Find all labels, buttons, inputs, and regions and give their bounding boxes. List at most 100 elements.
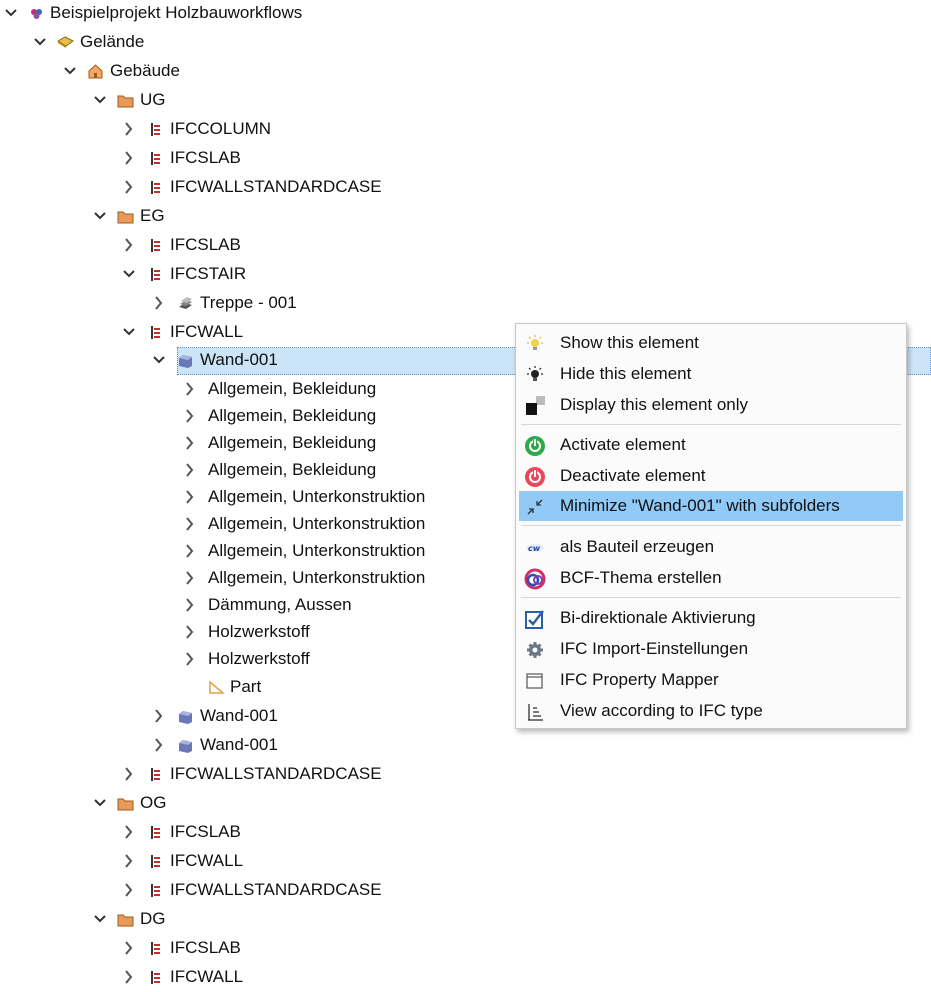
chevron-right-icon[interactable] xyxy=(122,822,136,842)
chevron-down-icon[interactable] xyxy=(93,206,107,226)
tree-row-type[interactable]: IFCWALLSTANDARDCASE xyxy=(0,761,931,789)
menu-item-hide-element[interactable]: Hide this element xyxy=(519,359,903,389)
chevron-right-icon[interactable] xyxy=(122,938,136,958)
tree-label: IFCSLAB xyxy=(170,938,241,957)
ifc-type-icon xyxy=(147,266,164,283)
tree-row-type[interactable]: IFCSLAB xyxy=(0,232,931,260)
tree-row-type[interactable]: IFCSLAB xyxy=(0,145,931,173)
chevron-down-icon[interactable] xyxy=(122,264,136,284)
tree-label: IFCWALL xyxy=(170,967,244,986)
tree-label: Holzwerkstoff xyxy=(208,649,310,668)
menu-item-property-mapper[interactable]: IFC Property Mapper xyxy=(519,665,903,695)
tree-row-storey-dg[interactable]: DG xyxy=(0,906,931,934)
tree-row-site[interactable]: Gelände xyxy=(0,29,931,57)
tree-label: Allgemein, Unterkonstruktion xyxy=(208,568,426,587)
tree-row-storey-ug[interactable]: UG xyxy=(0,87,931,115)
power-red-icon xyxy=(524,466,546,488)
tree-row-building[interactable]: Gebäude xyxy=(0,58,931,86)
collapse-arrows-icon xyxy=(524,496,546,518)
chevron-right-icon[interactable] xyxy=(122,851,136,871)
tree-row-type[interactable]: IFCSLAB xyxy=(0,819,931,847)
tree-label: IFCSLAB xyxy=(170,822,241,841)
window-icon xyxy=(524,670,546,692)
tree-row-type[interactable]: IFCSLAB xyxy=(0,935,931,963)
tree-label: Dämmung, Aussen xyxy=(208,595,352,614)
wall-element-icon xyxy=(177,737,194,754)
tree-row-type[interactable]: IFCWALL xyxy=(0,848,931,876)
chevron-right-icon[interactable] xyxy=(183,379,197,399)
tree-label: Gebäude xyxy=(110,61,180,80)
tree-label: Allgemein, Unterkonstruktion xyxy=(208,487,426,506)
chevron-down-icon[interactable] xyxy=(152,350,166,370)
ifc-type-icon xyxy=(147,324,164,341)
chevron-right-icon[interactable] xyxy=(122,764,136,784)
menu-item-label: Minimize "Wand-001" with subfolders xyxy=(560,496,840,515)
tree-row-type[interactable]: IFCWALL xyxy=(0,964,931,992)
menu-item-minimize[interactable]: Minimize "Wand-001" with subfolders xyxy=(519,491,903,521)
folder-icon xyxy=(117,92,134,109)
menu-item-import-settings[interactable]: IFC Import-Einstellungen xyxy=(519,634,903,664)
menu-item-bidirectional[interactable]: Bi-direktionale Aktivierung xyxy=(519,603,903,633)
chevron-down-icon[interactable] xyxy=(63,61,77,81)
chevron-right-icon[interactable] xyxy=(122,967,136,987)
checkbox-checked-icon xyxy=(524,608,546,630)
ifc-type-icon xyxy=(147,882,164,899)
chevron-right-icon[interactable] xyxy=(183,514,197,534)
chevron-right-icon[interactable] xyxy=(183,568,197,588)
chevron-right-icon[interactable] xyxy=(183,460,197,480)
folder-icon xyxy=(117,208,134,225)
chevron-down-icon[interactable] xyxy=(93,793,107,813)
tree-row-type[interactable]: IFCWALLSTANDARDCASE xyxy=(0,877,931,905)
chevron-right-icon[interactable] xyxy=(152,293,166,313)
tree-row-element[interactable]: Wand-001 xyxy=(0,732,931,760)
chevron-right-icon[interactable] xyxy=(122,148,136,168)
menu-item-label: View according to IFC type xyxy=(560,701,763,720)
chevron-right-icon[interactable] xyxy=(183,649,197,669)
chevron-right-icon[interactable] xyxy=(183,487,197,507)
tree-row-type[interactable]: IFCSTAIR xyxy=(0,261,931,289)
chevron-right-icon[interactable] xyxy=(122,177,136,197)
tree-row-type[interactable]: IFCCOLUMN xyxy=(0,116,931,144)
cw-icon: cw xyxy=(524,537,546,559)
tree-label: IFCWALLSTANDARDCASE xyxy=(170,177,382,196)
menu-item-display-only[interactable]: Display this element only xyxy=(519,390,903,420)
project-icon xyxy=(28,5,45,22)
chevron-right-icon[interactable] xyxy=(183,541,197,561)
tree-row-root[interactable]: Beispielprojekt Holzbauworkflows xyxy=(0,0,931,28)
chevron-right-icon[interactable] xyxy=(152,735,166,755)
tree-label: EG xyxy=(140,206,165,225)
building-icon xyxy=(87,63,104,80)
tree-label: Holzwerkstoff xyxy=(208,622,310,641)
chevron-right-icon[interactable] xyxy=(122,880,136,900)
chevron-down-icon[interactable] xyxy=(122,322,136,342)
menu-separator xyxy=(521,424,901,425)
ifc-type-icon xyxy=(147,824,164,841)
tree-row-type[interactable]: IFCWALLSTANDARDCASE xyxy=(0,174,931,202)
chevron-right-icon[interactable] xyxy=(183,433,197,453)
folder-icon xyxy=(117,911,134,928)
menu-item-label: Display this element only xyxy=(560,395,749,414)
chevron-right-icon[interactable] xyxy=(183,622,197,642)
tree-label: Treppe - 001 xyxy=(200,293,297,312)
menu-item-deactivate[interactable]: Deactivate element xyxy=(519,461,903,491)
tree-row-storey-eg[interactable]: EG xyxy=(0,203,931,231)
menu-item-create-component[interactable]: cw als Bauteil erzeugen xyxy=(519,532,903,562)
chevron-down-icon[interactable] xyxy=(4,3,18,23)
tree-row-storey-og[interactable]: OG xyxy=(0,790,931,818)
tree-row-element[interactable]: Treppe - 001 xyxy=(0,290,931,318)
site-icon xyxy=(57,34,74,51)
chevron-right-icon[interactable] xyxy=(183,406,197,426)
chevron-right-icon[interactable] xyxy=(122,119,136,139)
menu-item-label: Activate element xyxy=(560,435,686,454)
chevron-down-icon[interactable] xyxy=(93,90,107,110)
chevron-right-icon[interactable] xyxy=(183,595,197,615)
menu-item-view-ifc-type[interactable]: View according to IFC type xyxy=(519,696,903,726)
menu-item-show-element[interactable]: Show this element xyxy=(519,328,903,358)
chevron-down-icon[interactable] xyxy=(33,32,47,52)
menu-item-label: IFC Import-Einstellungen xyxy=(560,639,749,658)
menu-item-activate[interactable]: Activate element xyxy=(519,430,903,460)
chevron-down-icon[interactable] xyxy=(93,909,107,929)
chevron-right-icon[interactable] xyxy=(122,235,136,255)
menu-item-bcf[interactable]: BCF-Thema erstellen xyxy=(519,563,903,593)
chevron-right-icon[interactable] xyxy=(152,706,166,726)
